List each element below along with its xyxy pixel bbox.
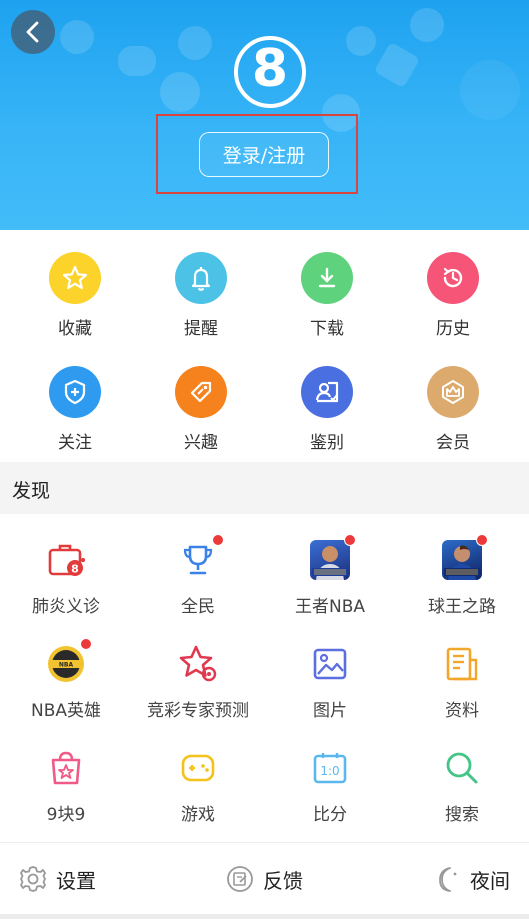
quick-item-label: 收藏 [58,319,92,339]
discover-item-scores[interactable]: 1:0 比分 [264,748,396,825]
quick-item-downloads[interactable]: 下载 [261,252,393,339]
new-badge-dot [80,638,92,650]
discover-item-label: 竞彩专家预测 [147,701,249,721]
search-icon [442,748,482,788]
feedback-label: 反馈 [263,868,303,893]
chevron-left-icon [26,21,39,43]
discover-item-label: 王者NBA [294,597,365,617]
svg-text:8: 8 [71,563,79,576]
quick-item-interests[interactable]: 兴趣 [135,366,267,453]
quick-item-label: 关注 [58,433,92,453]
discover-grid: 8 肺炎义诊 全民 王者NBA 球王之路 NBA NBA英雄 竞彩专家预测 图片… [0,514,529,842]
discover-item-label: 肺炎义诊 [32,597,100,617]
discover-item-label: 图片 [313,701,347,721]
decor-football-icon [160,72,200,112]
quick-item-favorites[interactable]: 收藏 [9,252,141,339]
logo-text: 8 [251,39,289,99]
discover-item-label: NBA英雄 [30,701,101,721]
picture-icon [310,644,350,684]
profile-header: 8 登录/注册 [0,0,529,230]
decor-ball-icon [60,20,94,54]
new-badge-dot [212,534,224,546]
discover-item-king-nba[interactable]: 王者NBA [264,534,396,617]
discover-item-football-king[interactable]: 球王之路 [396,534,528,617]
discover-item-9-9[interactable]: 9块9 [0,748,132,825]
discover-section-title: 发现 [12,480,51,502]
quick-item-label: 兴趣 [184,433,218,453]
quick-item-reminders[interactable]: 提醒 [135,252,267,339]
identify-icon [301,366,353,418]
discover-item-quanmin[interactable]: 全民 [132,534,264,617]
history-icon [427,252,479,304]
quick-item-follow[interactable]: 关注 [9,366,141,453]
gear-icon [20,866,46,892]
bottom-divider [0,914,529,919]
quick-item-label: 鉴别 [310,433,344,453]
discover-item-label: 全民 [181,597,215,617]
document-icon [442,644,482,684]
download-icon [301,252,353,304]
nba-king-avatar-icon [310,534,356,580]
new-badge-dot [344,534,356,546]
decor-shuttlecock-icon [373,41,421,89]
discover-item-data[interactable]: 资料 [396,644,528,721]
feedback-edit-icon [227,866,253,892]
svg-text:1:0: 1:0 [320,764,339,778]
night-mode-label: 夜间 [470,868,510,893]
gamepad-icon [178,748,218,788]
quick-item-label: 提醒 [184,319,218,339]
quick-item-identify[interactable]: 鉴别 [261,366,393,453]
app-logo: 8 [226,33,314,111]
moon-icon [439,867,457,892]
quick-actions-grid: 收藏 提醒 下载 历史 关注 兴趣 鉴别 会员 [0,230,529,462]
discover-item-label: 比分 [313,805,347,825]
football-king-avatar-icon [442,534,488,580]
bell-icon [175,252,227,304]
discover-item-label: 球王之路 [428,597,496,617]
lottery-star-icon [178,644,218,684]
night-mode-button[interactable]: 夜间 [432,843,510,915]
decor-volleyball-icon [178,26,212,60]
discover-item-pictures[interactable]: 图片 [264,644,396,721]
discover-item-label: 搜索 [445,805,479,825]
shopping-bag-icon [46,748,86,788]
discover-item-label: 游戏 [181,805,215,825]
discover-item-search[interactable]: 搜索 [396,748,528,825]
quick-item-label: 历史 [436,319,470,339]
discover-item-pneumonia-clinic[interactable]: 8 肺炎义诊 [0,540,132,617]
medical-kit-icon: 8 [46,540,86,580]
vip-crown-icon [427,366,479,418]
decor-volleyball2-icon [346,26,376,56]
discover-item-label: 9块9 [46,805,86,825]
decor-ball3-icon [460,60,520,120]
quick-item-label: 下载 [310,319,344,339]
decor-ball2-icon [410,8,444,42]
quick-item-history[interactable]: 历史 [387,252,519,339]
login-register-button[interactable]: 登录/注册 [199,132,329,177]
discover-item-nba-hero[interactable]: NBA NBA英雄 [0,638,132,721]
footer-bar: 设置 反馈 夜间 [0,842,529,914]
feedback-button[interactable]: 反馈 [225,843,303,915]
settings-label: 设置 [56,868,96,893]
discover-item-lottery-prediction[interactable]: 竞彩专家预测 [132,644,264,721]
quick-item-label: 会员 [436,433,470,453]
discover-item-label: 资料 [445,701,479,721]
settings-button[interactable]: 设置 [18,843,96,915]
tag-icon [175,366,227,418]
decor-pingpong-icon [118,46,156,76]
svg-text:NBA: NBA [59,662,74,669]
shield-plus-icon [49,366,101,418]
discover-item-games[interactable]: 游戏 [132,748,264,825]
scoreboard-icon: 1:0 [310,748,350,788]
new-badge-dot [476,534,488,546]
star-icon [49,252,101,304]
quick-item-vip[interactable]: 会员 [387,366,519,453]
back-button[interactable] [11,10,55,54]
profile-page: 8 登录/注册 收藏 提醒 下载 历史 关注 兴趣 鉴别 会员 发现 8 肺炎义… [0,0,529,919]
trophy-icon [178,534,224,580]
nba-hero-badge-icon: NBA [46,638,92,684]
